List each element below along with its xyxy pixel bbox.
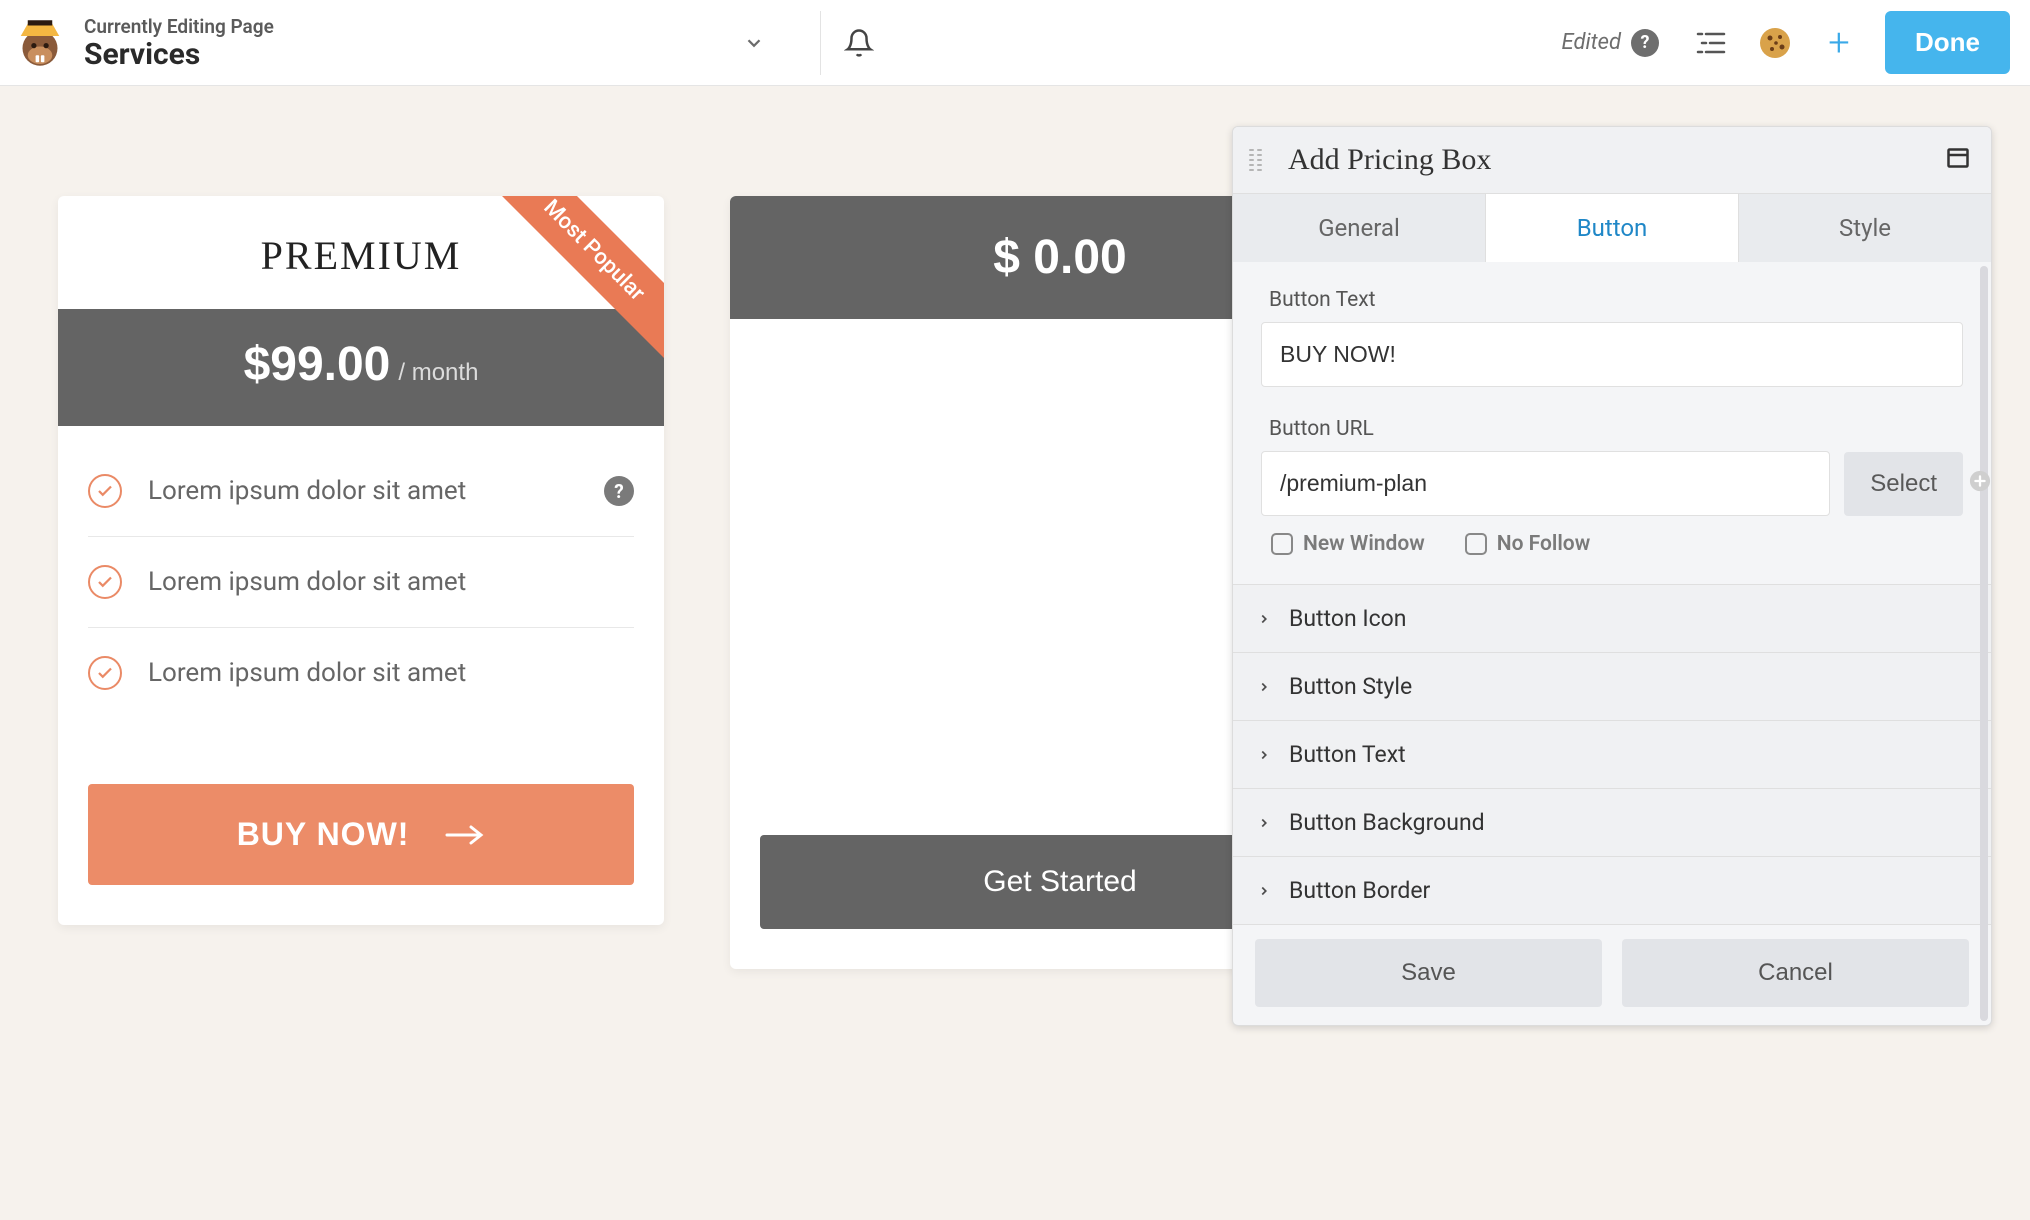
accordion-button-background[interactable]: Button Background	[1233, 789, 1991, 857]
feature-text: Lorem ipsum dolor sit amet	[148, 476, 466, 506]
title-area: Currently Editing Page Services	[84, 15, 274, 71]
panel-body: Button Text Button URL Select New Window	[1233, 262, 1991, 1025]
chevron-right-icon	[1257, 877, 1271, 904]
no-follow-checkbox[interactable]: No Follow	[1465, 532, 1590, 556]
accordion-button-style[interactable]: Button Style	[1233, 653, 1991, 721]
settings-panel: Add Pricing Box General Button Style But…	[1232, 126, 1992, 1026]
chevron-right-icon	[1257, 673, 1271, 700]
help-icon[interactable]: ?	[604, 476, 634, 506]
chevron-right-icon	[1257, 809, 1271, 836]
feature-list: Lorem ipsum dolor sit amet ? Lorem ipsum…	[58, 426, 664, 758]
new-window-label: New Window	[1303, 532, 1425, 556]
maximize-icon[interactable]	[1947, 148, 1969, 172]
select-url-button[interactable]: Select	[1844, 452, 1963, 516]
drag-handle-icon[interactable]	[1243, 143, 1268, 177]
page-title: Services	[84, 38, 274, 71]
add-url-icon[interactable]	[1969, 470, 1991, 498]
separator	[820, 11, 821, 75]
outline-icon[interactable]	[1689, 21, 1733, 65]
topbar: Currently Editing Page Services Edited ?	[0, 0, 2030, 86]
accordion: Button Icon Button Style Button Text But…	[1233, 584, 1991, 925]
feature-item: Lorem ipsum dolor sit amet ?	[88, 446, 634, 537]
accordion-button-icon[interactable]: Button Icon	[1233, 585, 1991, 653]
button-url-input[interactable]	[1261, 451, 1830, 516]
checkbox-icon	[1465, 533, 1487, 555]
accordion-label: Button Text	[1289, 741, 1406, 768]
panel-title: Add Pricing Box	[1288, 143, 1947, 177]
price-amount: $ 0.00	[993, 231, 1126, 284]
title-dropdown[interactable]	[734, 23, 774, 63]
button-url-label: Button URL	[1269, 417, 1955, 441]
arrow-right-icon	[445, 816, 485, 853]
feature-item: Lorem ipsum dolor sit amet	[88, 628, 634, 718]
button-text-input[interactable]	[1261, 322, 1963, 387]
edited-label: Edited	[1562, 30, 1621, 55]
save-button[interactable]: Save	[1255, 939, 1602, 1007]
no-follow-label: No Follow	[1497, 532, 1590, 556]
check-icon	[88, 656, 122, 690]
accordion-label: Button Style	[1289, 673, 1412, 700]
button-text-label: Button Text	[1269, 288, 1955, 312]
feature-text: Lorem ipsum dolor sit amet	[148, 658, 466, 688]
check-icon	[88, 565, 122, 599]
edited-status: Edited ?	[1562, 29, 1659, 57]
feature-text: Lorem ipsum dolor sit amet	[148, 567, 466, 597]
checkbox-icon	[1271, 533, 1293, 555]
accordion-label: Button Icon	[1289, 605, 1406, 632]
editing-supertitle: Currently Editing Page	[84, 15, 274, 38]
done-button[interactable]: Done	[1885, 11, 2010, 74]
new-window-checkbox[interactable]: New Window	[1271, 532, 1425, 556]
add-module-icon[interactable]: +	[1817, 21, 1861, 65]
panel-tabs: General Button Style	[1233, 193, 1991, 262]
check-icon	[88, 474, 122, 508]
beaver-logo	[10, 13, 70, 73]
scrollbar[interactable]	[1980, 266, 1988, 1021]
cancel-button[interactable]: Cancel	[1622, 939, 1969, 1007]
accordion-label: Button Border	[1289, 877, 1430, 904]
cookie-icon[interactable]	[1753, 21, 1797, 65]
chevron-right-icon	[1257, 605, 1271, 632]
tab-general[interactable]: General	[1233, 194, 1486, 262]
buy-now-button[interactable]: BUY NOW!	[88, 784, 634, 885]
price-amount: $99.00	[244, 338, 391, 391]
price-period: / month	[398, 359, 478, 386]
help-icon[interactable]: ?	[1631, 29, 1659, 57]
pricing-card-premium[interactable]: Most Popular PREMIUM $99.00/ month Lorem…	[58, 196, 664, 925]
panel-header: Add Pricing Box	[1233, 127, 1991, 193]
plan-price: $99.00 / month	[58, 309, 664, 426]
accordion-label: Button Background	[1289, 809, 1485, 836]
accordion-button-border[interactable]: Button Border	[1233, 857, 1991, 925]
panel-footer: Save Cancel	[1233, 925, 1991, 1025]
feature-item: Lorem ipsum dolor sit amet	[88, 537, 634, 628]
tab-button[interactable]: Button	[1486, 194, 1739, 262]
cta-label: BUY NOW!	[237, 816, 410, 852]
chevron-right-icon	[1257, 741, 1271, 768]
tab-style[interactable]: Style	[1739, 194, 1991, 262]
notifications-icon[interactable]	[837, 21, 881, 65]
accordion-button-text[interactable]: Button Text	[1233, 721, 1991, 789]
